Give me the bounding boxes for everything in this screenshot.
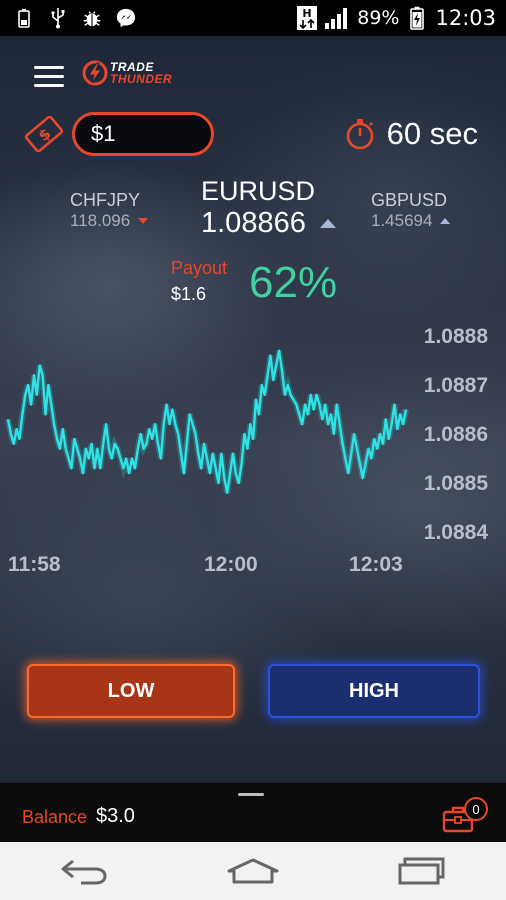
y-tick-label: 1.0887 <box>424 374 488 397</box>
y-tick-label: 1.0886 <box>424 423 488 446</box>
y-tick-label: 1.0888 <box>424 325 489 348</box>
x-tick-label: 12:00 <box>204 553 258 576</box>
svg-text:H: H <box>303 7 312 20</box>
payout-amount: $1.6 <box>171 284 207 304</box>
stopwatch-icon <box>346 119 373 150</box>
x-tick-label: 11:58 <box>8 553 61 576</box>
app-logo: TRADE THUNDER <box>82 60 172 86</box>
system-nav-bar <box>0 842 506 900</box>
status-time: 12:03 <box>435 6 496 30</box>
pair-chfjpy[interactable]: CHFJPY 118.096 <box>70 190 149 231</box>
pair-price: 1.45694 <box>371 211 433 230</box>
messenger-icon <box>116 8 136 28</box>
expiry-value: 60 sec <box>386 116 478 151</box>
pair-name: GBPUSD <box>371 190 448 210</box>
pair-price: 118.096 <box>70 211 131 230</box>
low-button[interactable]: LOW <box>27 664 235 718</box>
down-arrow-icon <box>138 218 149 224</box>
battery-percent: 89% <box>357 7 400 29</box>
pair-eurusd[interactable]: EURUSD 1.08866 <box>201 176 336 240</box>
recent-apps-icon[interactable] <box>392 851 452 891</box>
hamburger-menu-icon[interactable] <box>34 66 64 88</box>
x-tick-label: 12:03 <box>349 553 403 576</box>
price-line-glow <box>5 350 409 494</box>
pair-name: CHFJPY <box>70 190 141 210</box>
price-line <box>6 349 408 494</box>
app-screen: 1.0888 1.0887 1.0886 1.0885 1.0884 11:58 12:00… <box>0 36 506 782</box>
debug-icon <box>82 8 102 28</box>
signal-icon <box>325 8 349 29</box>
payout-percent: 62% <box>249 258 338 307</box>
drawer-handle[interactable] <box>238 793 264 796</box>
up-arrow-icon <box>319 219 336 228</box>
back-icon[interactable] <box>54 851 114 891</box>
home-icon[interactable] <box>223 851 283 891</box>
battery-charging-icon <box>407 6 427 30</box>
pair-name: EURUSD <box>201 176 316 206</box>
battery-icon <box>14 8 34 28</box>
network-h-icon: H <box>297 6 318 30</box>
y-tick-label: 1.0884 <box>424 521 489 544</box>
pair-price: 1.08866 <box>201 207 306 239</box>
balance-bar: Balance $3.0 0 <box>0 782 506 842</box>
usb-icon <box>48 8 68 29</box>
expiry-timer[interactable]: 60 sec <box>345 116 478 152</box>
payout-label: Payout <box>171 258 228 278</box>
trade-amount-input[interactable]: $1 <box>72 112 214 156</box>
money-icon[interactable]: $ <box>24 115 64 157</box>
high-button[interactable]: HIGH <box>268 664 480 718</box>
up-arrow-icon <box>440 218 451 224</box>
pair-gbpusd[interactable]: GBPUSD 1.45694 <box>371 190 451 231</box>
portfolio-count-badge: 0 <box>464 797 488 821</box>
balance-value: $3.0 <box>96 805 135 827</box>
y-tick-label: 1.0885 <box>424 472 489 495</box>
status-bar: H 89% 12:03 <box>0 0 506 36</box>
portfolio-button[interactable]: 0 <box>440 797 488 833</box>
thunder-logo-icon <box>82 60 108 86</box>
balance-label: Balance <box>22 807 88 827</box>
logo-line-2: THUNDER <box>110 72 173 86</box>
